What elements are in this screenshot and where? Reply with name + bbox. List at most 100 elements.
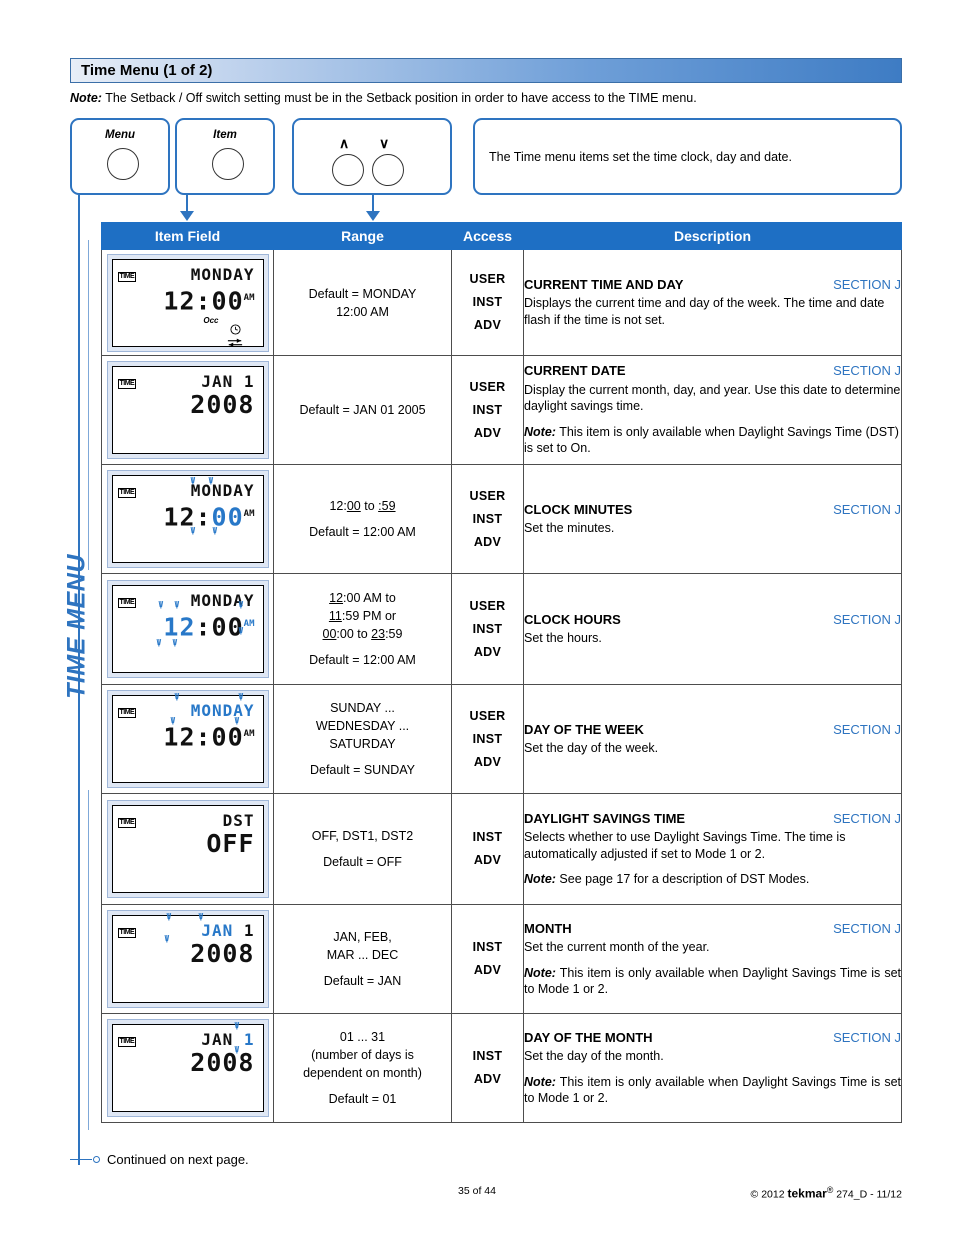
copyright-year: © 2012 [750,1188,785,1201]
description-note: Note: This item is only available when D… [524,424,901,457]
arrow-buttons-box[interactable]: ∧ ∨ [292,118,452,195]
brand-registered-icon: ® [826,1185,834,1195]
section-link[interactable]: SECTION J [833,921,901,938]
access-level: INST [472,621,503,636]
description-note: Note: See page 17 for a description of D… [524,871,901,888]
item-button-label: Item [213,129,237,141]
page-title: Time Menu (1 of 2) [81,62,213,79]
up-knob-icon[interactable] [332,154,364,186]
description-note: Note: This item is only available when D… [524,1074,901,1107]
cell-access: USER INST ADV [451,464,524,574]
brand-name: tekmar [787,1186,827,1201]
lcd-line-1: JAN 1 [201,1031,254,1049]
flash-indicator-icon: \|/ [212,526,218,535]
description-note-label: Note: [524,1074,556,1089]
cell-description: DAY OF THE MONTH SECTION J Set the day of … [523,1013,902,1123]
column-header-item-field: Item Field [101,222,274,250]
cell-item-field: TIME JAN 1 2008 \|/ \|/ \|/ [101,904,274,1014]
lcd-line-1: JAN 1 [201,922,254,940]
cell-item-field: TIME JAN 1 2008 \|/\|/ [101,1013,274,1123]
section-link[interactable]: SECTION J [833,1030,901,1047]
section-link[interactable]: SECTION J [833,277,901,294]
description-title: CURRENT DATE [524,363,626,379]
lcd-ampm-indicator: AM [243,509,255,519]
lcd-line2-head: 12: [163,502,212,532]
flash-indicator-icon: \|/ [174,600,180,609]
lcd-line1-highlight: MONDAY [190,701,255,720]
range-line: Default = OFF [323,855,402,869]
section-link[interactable]: SECTION J [833,502,901,519]
column-header-description: Description [523,222,902,250]
item-button-box[interactable]: Item [175,118,275,195]
menu-description-text: The Time menu items set the time clock, … [489,149,792,164]
lcd-line-1: JAN 1 [201,372,255,391]
section-link[interactable]: SECTION J [833,363,901,380]
description-body: Set the minutes. [524,521,615,535]
flash-indicator-icon: \|/ [170,716,176,725]
down-knob-icon[interactable] [372,154,404,186]
description-body: Set the current month of the year. [524,940,710,954]
description-title: DAY OF THE MONTH [524,1029,653,1045]
table-header-row: Item Field Range Access Description [101,222,902,250]
flash-indicator-icon: \|/ [234,1045,240,1054]
note-text: The Setback / Off switch setting must be… [101,91,697,105]
range-line: 12:00 to :59 [329,499,396,513]
description-note-text: This item is only available when Dayligh… [524,965,901,997]
lcd-display: TIME JAN 1 2008 [111,366,264,454]
access-level: USER [469,708,506,723]
cell-range: 01 ... 31 (number of days is dependent on … [273,1013,452,1123]
flash-indicator-icon: \|/ [174,692,180,701]
range-line: Default = MONDAY [308,286,417,301]
range-line: 11:59 PM or [328,609,397,623]
range-line: Default = JAN [323,974,402,988]
range-line: 12:00 AM [336,304,389,319]
section-link[interactable]: SECTION J [833,612,901,629]
lcd-display: TIME MONDAY 12:00AM \|/\|/\|/\|/\|/\|/ [111,585,264,673]
menu-knob-icon[interactable] [107,148,139,180]
description-header: CURRENT DATE SECTION J [524,363,901,380]
cell-access: USER INST ADV [451,684,524,794]
range-line: SUNDAY ... [330,701,395,715]
flash-indicator-icon: \|/ [234,716,240,725]
section-link[interactable]: SECTION J [833,811,901,828]
description-title: DAY OF THE WEEK [524,721,644,737]
cell-range: 12:00 to :59 Default = 12:00 AM [273,464,452,574]
lcd-ampm-indicator: AM [243,619,255,629]
up-chevron-icon[interactable]: ∧ [339,136,349,150]
access-level: INST [472,731,503,746]
cell-description: CLOCK HOURS SECTION J Set the hours. [523,573,902,685]
item-connector-arrow [180,211,194,221]
table-row: TIME JAN 1 2008 \|/\|/01 ... 31 (number of d… [101,1013,902,1123]
access-level: INST [472,940,503,954]
item-knob-icon[interactable] [212,148,244,180]
lcd-ampm-indicator: AM [243,292,255,303]
description-header: DAYLIGHT SAVINGS TIME SECTION J [524,811,901,828]
lcd-display: TIME JAN 1 2008 \|/\|/ [111,1022,264,1112]
description-body: Set the day of the week. [524,741,659,755]
cell-description: CURRENT TIME AND DAY SECTION J Displays th… [523,249,902,356]
section-link[interactable]: SECTION J [833,722,901,739]
range-line: 12:00 AM to [329,591,396,605]
cell-range: SUNDAY ... WEDNESDAY ... SATURDAY Default =… [273,684,452,794]
lcd-time-badge: TIME [117,598,137,608]
down-chevron-icon[interactable]: ∨ [379,136,389,150]
access-level: USER [469,272,506,286]
side-menu-label: TIME MENU [62,554,91,699]
description-header: MONTH SECTION J [524,921,901,938]
access-level: ADV [473,1072,502,1086]
copyright-line: © 2012 tekmar® 274_D - 11/12 [751,1185,902,1201]
cell-item-field: TIME MONDAY 12:00AM \|/\|/\|/\|/\|/\|/ [101,573,274,685]
lcd-occupancy-label: Occ [203,315,219,325]
access-level: INST [472,830,503,844]
flash-indicator-icon: \|/ [156,638,162,647]
continued-dot-icon [93,1156,100,1163]
lcd-display: TIME JAN 1 2008 \|/ \|/ \|/ [111,913,264,1003]
description-header: CLOCK MINUTES SECTION J [524,502,901,519]
cell-description: MONTH SECTION J Set the current month of t… [523,904,902,1014]
menu-button-box[interactable]: Menu [70,118,170,195]
lcd-time-badge: TIME [117,818,137,828]
lcd-time-badge: TIME [117,271,137,282]
cell-access: USER INST ADV [451,355,524,465]
lcd-line-2: OFF [206,829,255,858]
arrows-connector-arrow [366,211,380,221]
